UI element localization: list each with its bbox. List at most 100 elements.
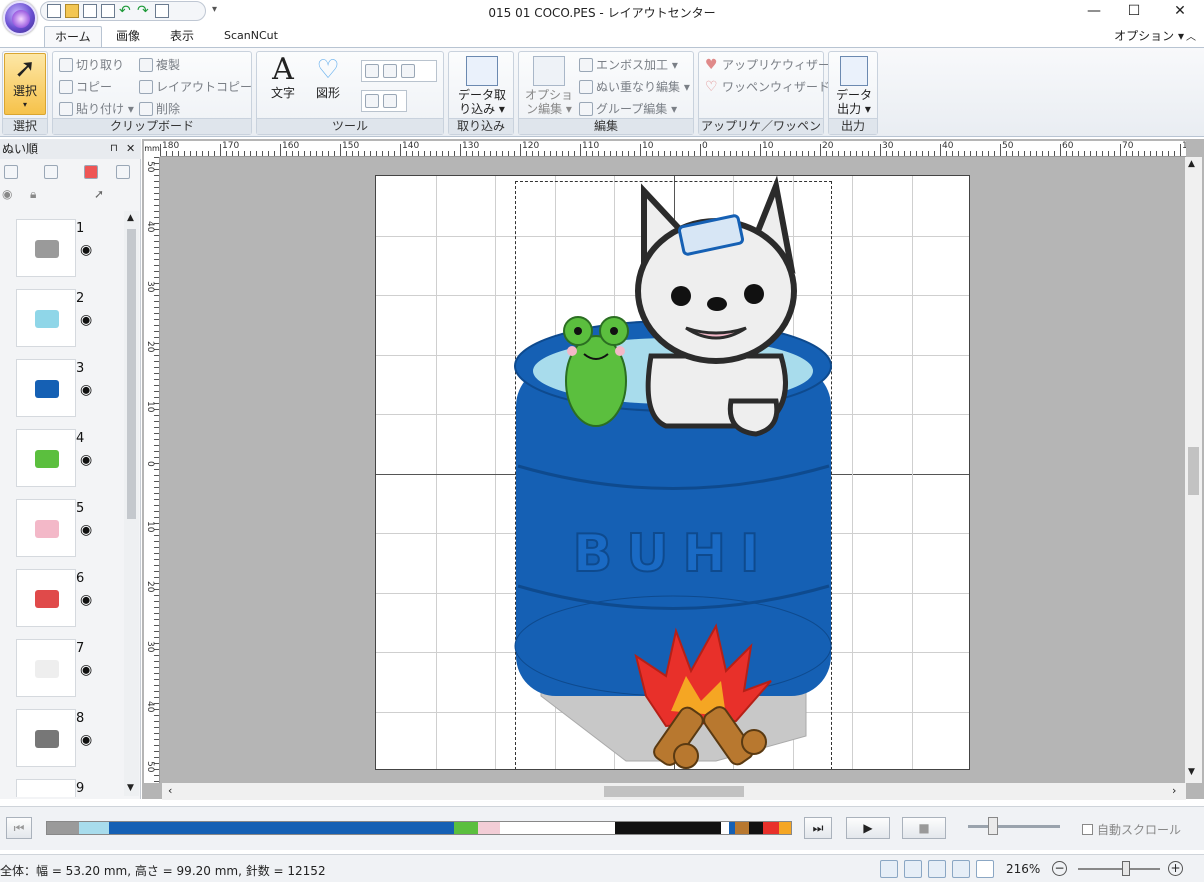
scroll-down-icon[interactable]: ▼	[127, 783, 134, 793]
delete-button[interactable]: 削除	[139, 100, 180, 117]
sew-item-thumbnail[interactable]	[16, 289, 76, 347]
sim-start-button[interactable]: ⏮	[6, 817, 32, 839]
pin-icon[interactable]: ⊓	[110, 139, 118, 159]
visibility-eye-icon[interactable]: ◉	[80, 663, 96, 677]
new-file-icon[interactable]	[47, 4, 61, 18]
group-edit-button[interactable]: グループ編集 ▾	[579, 100, 677, 117]
sew-item-thumbnail[interactable]	[16, 499, 76, 557]
delete-icon	[139, 101, 153, 116]
frame-icon[interactable]	[116, 165, 130, 179]
sim-end-button[interactable]: ⏭	[804, 817, 832, 839]
sort-order-icon[interactable]	[44, 165, 58, 179]
copy-button[interactable]: コピー	[59, 78, 112, 95]
sew-item-thumbnail[interactable]	[16, 359, 76, 417]
paste-icon	[59, 101, 73, 116]
scroll-right-icon[interactable]: ›	[1172, 784, 1176, 797]
sim-speed-slider[interactable]	[968, 825, 1060, 828]
color-merge-icon[interactable]	[84, 165, 98, 179]
quick-access-more-icon[interactable]: ▾	[212, 4, 217, 15]
hand-icon[interactable]	[365, 94, 379, 108]
embroidery-hoop[interactable]: BUHI	[375, 175, 970, 770]
shape-tool-button[interactable]: ♡ 図形	[307, 54, 349, 100]
sew-order-list: 1◉2◉3◉4◉5◉6◉7◉8◉9◉	[0, 215, 124, 797]
sew-item-thumbnail[interactable]	[16, 429, 76, 487]
redo-icon[interactable]: ↷	[137, 4, 151, 18]
stitch-overlap-button[interactable]: ぬい重なり編集 ▾	[579, 78, 690, 95]
visibility-eye-icon[interactable]: ◉	[80, 313, 96, 327]
data-output-button[interactable]: データ出力 ▾	[831, 56, 877, 116]
preview-icon[interactable]	[155, 4, 169, 18]
zoom-in-icon[interactable]	[365, 64, 379, 78]
visibility-eye-icon[interactable]: ◉	[80, 523, 96, 537]
emboss-button[interactable]: エンボス加工 ▾	[579, 56, 678, 73]
scroll-up-icon[interactable]: ▲	[127, 213, 134, 223]
sew-order-scrollbar[interactable]: ▲ ▼	[124, 211, 139, 796]
zoom-slider-knob[interactable]	[1122, 861, 1130, 876]
sew-item-thumbnail[interactable]	[16, 219, 76, 277]
close-button[interactable]: ✕	[1158, 0, 1202, 24]
outline-view-icon[interactable]	[928, 860, 946, 878]
grid-toggle-icon[interactable]	[952, 860, 970, 878]
horizontal-scrollbar[interactable]: ‹ ›	[162, 783, 1186, 800]
select-all-icon[interactable]	[4, 165, 18, 179]
tab-scanncut[interactable]: ScanNCut	[214, 26, 288, 48]
minimize-button[interactable]: —	[1072, 0, 1116, 24]
realistic-view-icon[interactable]	[880, 860, 898, 878]
panel-close-icon[interactable]: ✕	[126, 139, 135, 159]
vertical-scrollbar[interactable]: ▲ ▼	[1185, 157, 1202, 783]
save-icon[interactable]	[83, 4, 97, 18]
zoom-slider[interactable]	[1078, 868, 1160, 870]
fit-zoom-icon[interactable]	[401, 64, 415, 78]
visibility-eye-icon[interactable]: ◉	[80, 383, 96, 397]
cut-button[interactable]: 切り取り	[59, 56, 124, 73]
page-view-icon[interactable]	[976, 860, 994, 878]
option-menu[interactable]: オプション ▾	[1114, 27, 1184, 44]
layout-copy-button[interactable]: レイアウトコピー ▾	[139, 78, 262, 95]
visibility-eye-icon[interactable]: ◉	[80, 453, 96, 467]
data-import-button[interactable]: データ取り込み ▾	[453, 56, 511, 116]
sew-item-thumbnail[interactable]	[16, 709, 76, 767]
text-a-icon: A	[272, 52, 294, 87]
sew-item-thumbnail[interactable]	[16, 639, 76, 697]
sew-item-thumbnail[interactable]	[16, 569, 76, 627]
color-sequence-strip[interactable]	[46, 821, 792, 835]
open-folder-icon[interactable]	[65, 4, 79, 18]
duplicate-button[interactable]: 複製	[139, 56, 180, 73]
ruler-label: 50	[145, 161, 155, 173]
applique-wizard-button[interactable]: ♥ アップリケウィザード	[705, 56, 842, 73]
app-menu-icon[interactable]	[3, 1, 37, 35]
cursor-icon[interactable]: ➚	[94, 187, 104, 201]
tab-image[interactable]: 画像	[106, 26, 150, 48]
zoom-out-icon[interactable]: −	[1052, 861, 1067, 876]
ribbon-collapse-icon[interactable]: ︿	[1186, 28, 1196, 43]
select-button[interactable]: ➚ 選択 ▾	[4, 53, 46, 115]
tab-home[interactable]: ホーム	[44, 26, 102, 48]
zoom-icon[interactable]	[101, 4, 115, 18]
text-tool-button[interactable]: A 文字	[263, 52, 303, 101]
sim-stop-button[interactable]: ■	[902, 817, 946, 839]
visibility-eye-icon[interactable]: ◉	[80, 733, 96, 747]
option-edit-button[interactable]: オプション編集 ▾	[523, 56, 575, 116]
tab-view[interactable]: 表示	[160, 26, 204, 48]
eye-icon[interactable]: ◉	[2, 187, 12, 201]
sew-item-thumbnail[interactable]	[16, 779, 76, 797]
embroidery-design[interactable]: BUHI	[376, 176, 970, 770]
scroll-left-icon[interactable]: ‹	[168, 784, 172, 797]
scroll-up-icon[interactable]: ▲	[1188, 159, 1195, 169]
sim-speed-knob[interactable]	[988, 817, 998, 835]
measure-icon[interactable]	[383, 94, 397, 108]
sew-item-number: 6	[76, 571, 85, 586]
zoom-out-icon[interactable]	[383, 64, 397, 78]
visibility-eye-icon[interactable]: ◉	[80, 243, 96, 257]
maximize-button[interactable]: ☐	[1112, 0, 1156, 24]
stitch-view-icon[interactable]	[904, 860, 922, 878]
lock-icon[interactable]: 🔒︎	[30, 187, 36, 202]
scroll-down-icon[interactable]: ▼	[1188, 767, 1195, 777]
undo-icon[interactable]: ↶	[119, 4, 133, 18]
patch-wizard-button[interactable]: ♡ ワッペンウィザード	[705, 78, 830, 95]
auto-scroll-checkbox[interactable]: 自動スクロール	[1082, 821, 1181, 838]
zoom-in-icon[interactable]: +	[1168, 861, 1183, 876]
paste-button[interactable]: 貼り付け ▾	[59, 100, 134, 117]
sim-play-button[interactable]: ▶	[846, 817, 890, 839]
visibility-eye-icon[interactable]: ◉	[80, 593, 96, 607]
